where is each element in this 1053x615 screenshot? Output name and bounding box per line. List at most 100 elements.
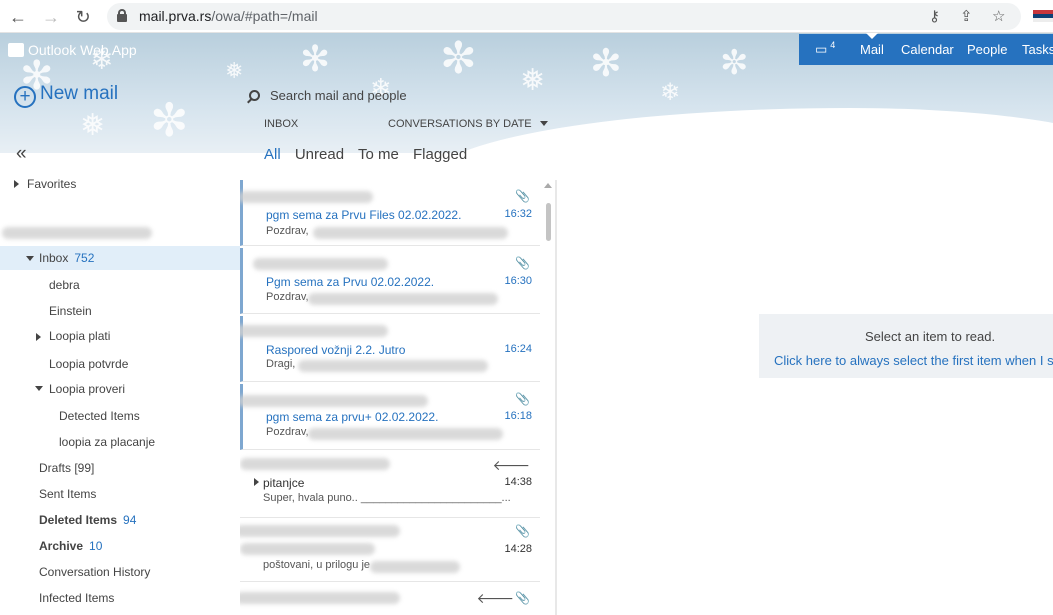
- message-preview: Dragi,: [266, 358, 296, 370]
- list-item[interactable]: 📎 pgm sema za Prvu Files 02.02.2022. 16:…: [240, 180, 540, 246]
- inbox-selection-highlight: [0, 246, 240, 270]
- reload-icon[interactable]: ↻: [72, 6, 94, 28]
- message-time: 16:18: [504, 410, 532, 422]
- collapse-inbox-icon[interactable]: [26, 256, 34, 261]
- select-item-text: Select an item to read.: [865, 329, 996, 344]
- favorites-header[interactable]: Favorites: [27, 177, 76, 191]
- folder-loopia-proveri[interactable]: Loopia proveri: [49, 382, 125, 396]
- current-folder-label: INBOX: [264, 118, 299, 130]
- replied-arrow-icon: 🡐: [492, 457, 530, 473]
- search-icon: [249, 90, 260, 101]
- star-icon[interactable]: ☆: [992, 7, 1005, 25]
- filter-to-me[interactable]: To me: [358, 146, 399, 163]
- new-mail-button[interactable]: + New mail: [14, 83, 118, 108]
- sort-dropdown[interactable]: CONVERSATIONS BY DATE: [388, 118, 548, 130]
- redacted-sender: [253, 258, 388, 270]
- redacted-sender: [240, 525, 400, 537]
- message-subject: pgm sema za prvu+ 02.02.2022.: [266, 410, 439, 424]
- lock-icon: [117, 9, 127, 22]
- folder-inbox[interactable]: Inbox 752: [39, 251, 94, 265]
- filter-unread[interactable]: Unread: [295, 146, 344, 163]
- folder-detected-items[interactable]: Detected Items: [59, 409, 140, 423]
- calendar-reminder-icon[interactable]: ▭ 4: [815, 40, 835, 57]
- message-time: 14:28: [504, 543, 532, 555]
- collapse-pane-icon[interactable]: «: [16, 143, 27, 165]
- message-subject: Raspored vožnji 2.2. Jutro: [266, 343, 406, 357]
- top-navigation: ▭ 4 Mail Calendar People Tasks: [799, 33, 1053, 65]
- paperclip-icon: 📎: [515, 591, 530, 605]
- folder-pane: Favorites Inbox 752 debra Einstein Loopia…: [0, 170, 240, 615]
- message-subject: pgm sema za Prvu Files 02.02.2022.: [266, 208, 462, 222]
- message-list-scrollbar[interactable]: [543, 183, 553, 615]
- redacted-preview: [308, 293, 498, 305]
- folder-einstein[interactable]: Einstein: [49, 304, 92, 318]
- collapse-loopia-proveri-icon[interactable]: [35, 386, 43, 391]
- redacted-sender: [240, 543, 375, 555]
- list-item[interactable]: 📎 Pgm sema za Prvu 02.02.2022. 16:30 Poz…: [240, 248, 540, 314]
- share-icon[interactable]: ⇪: [960, 7, 973, 25]
- forward-arrow-icon[interactable]: →: [40, 6, 62, 28]
- list-item[interactable]: 🡐 📎: [240, 584, 540, 615]
- folder-drafts[interactable]: Drafts [99]: [39, 461, 94, 475]
- search-input[interactable]: Search mail and people: [249, 88, 407, 103]
- folder-debra[interactable]: debra: [49, 278, 80, 292]
- paperclip-icon: 📎: [515, 524, 530, 538]
- paperclip-icon: 📎: [515, 392, 530, 406]
- expand-loopia-plati-icon[interactable]: [36, 333, 41, 341]
- nav-calendar[interactable]: Calendar: [901, 42, 954, 57]
- filter-flagged[interactable]: Flagged: [413, 146, 467, 163]
- folder-loopia-plati[interactable]: Loopia plati: [49, 329, 110, 343]
- message-preview: poštovani, u prilogu je: [263, 559, 371, 571]
- folder-deleted-items[interactable]: Deleted Items 94: [39, 513, 136, 527]
- redacted-preview: [298, 360, 488, 372]
- list-item[interactable]: 📎 pgm sema za prvu+ 02.02.2022. 16:18 Po…: [240, 384, 540, 450]
- scroll-up-arrow-icon[interactable]: [544, 183, 552, 188]
- paperclip-icon: 📎: [515, 189, 530, 203]
- message-time: 16:32: [504, 208, 532, 220]
- plus-circle-icon: +: [14, 86, 36, 108]
- nav-tasks[interactable]: Tasks: [1022, 42, 1053, 57]
- folder-archive[interactable]: Archive 10: [39, 539, 102, 553]
- redacted-preview: [308, 428, 503, 440]
- browser-toolbar: ← → ↻ mail.prva.rs/owa/#path=/mail ⚷ ⇪ ☆: [0, 0, 1053, 33]
- redacted-account: [2, 227, 152, 239]
- url-text: mail.prva.rs/owa/#path=/mail: [139, 8, 318, 24]
- folder-sent-items[interactable]: Sent Items: [39, 487, 96, 501]
- serbia-flag-icon[interactable]: [1033, 10, 1053, 22]
- paperclip-icon: 📎: [515, 256, 530, 270]
- message-preview: Super, hvala puno.. ____________________…: [263, 492, 511, 504]
- pane-divider[interactable]: [555, 180, 557, 615]
- address-bar[interactable]: mail.prva.rs/owa/#path=/mail ⚷ ⇪ ☆: [107, 3, 1021, 30]
- nav-people[interactable]: People: [967, 42, 1007, 57]
- message-list: 📎 pgm sema za Prvu Files 02.02.2022. 16:…: [240, 180, 540, 615]
- list-item[interactable]: 📎 14:28 poštovani, u prilogu je: [240, 520, 540, 582]
- folder-loopia-potvrde[interactable]: Loopia potvrde: [49, 357, 128, 371]
- folder-infected-items[interactable]: Infected Items: [39, 591, 114, 605]
- expand-conversation-icon[interactable]: [254, 478, 259, 486]
- message-preview: Pozdrav,: [266, 225, 309, 237]
- filter-all[interactable]: All: [264, 146, 281, 163]
- expand-favorites-icon[interactable]: [14, 180, 19, 188]
- message-preview: Pozdrav,: [266, 291, 309, 303]
- folder-conversation-history[interactable]: Conversation History: [39, 565, 150, 579]
- message-subject: pitanjce: [263, 476, 305, 490]
- list-item[interactable]: 🡐 pitanjce 14:38 Super, hvala puno.. ___…: [240, 452, 540, 518]
- list-item[interactable]: Raspored vožnji 2.2. Jutro 16:24 Dragi,: [240, 316, 540, 382]
- owa-logo: Outlook Web App: [8, 42, 137, 58]
- reading-pane-placeholder: Select an item to read. Click here to al…: [759, 314, 1053, 378]
- redacted-preview: [370, 561, 460, 573]
- redacted-sender: [240, 325, 388, 337]
- redacted-sender: [240, 458, 390, 470]
- message-preview: Pozdrav,: [266, 426, 309, 438]
- always-select-first-link[interactable]: Click here to always select the first it…: [774, 353, 1053, 368]
- back-arrow-icon[interactable]: ←: [7, 6, 29, 28]
- nav-mail[interactable]: Mail: [860, 33, 884, 57]
- scroll-thumb[interactable]: [546, 203, 551, 241]
- folder-loopia-za-placanje[interactable]: loopia za placanje: [59, 435, 155, 449]
- redacted-sender: [240, 395, 428, 407]
- replied-arrow-icon: 🡐: [476, 590, 514, 606]
- redacted-sender: [240, 592, 400, 604]
- message-time: 16:24: [504, 343, 532, 355]
- key-icon[interactable]: ⚷: [929, 7, 940, 25]
- redacted-preview: [313, 227, 508, 239]
